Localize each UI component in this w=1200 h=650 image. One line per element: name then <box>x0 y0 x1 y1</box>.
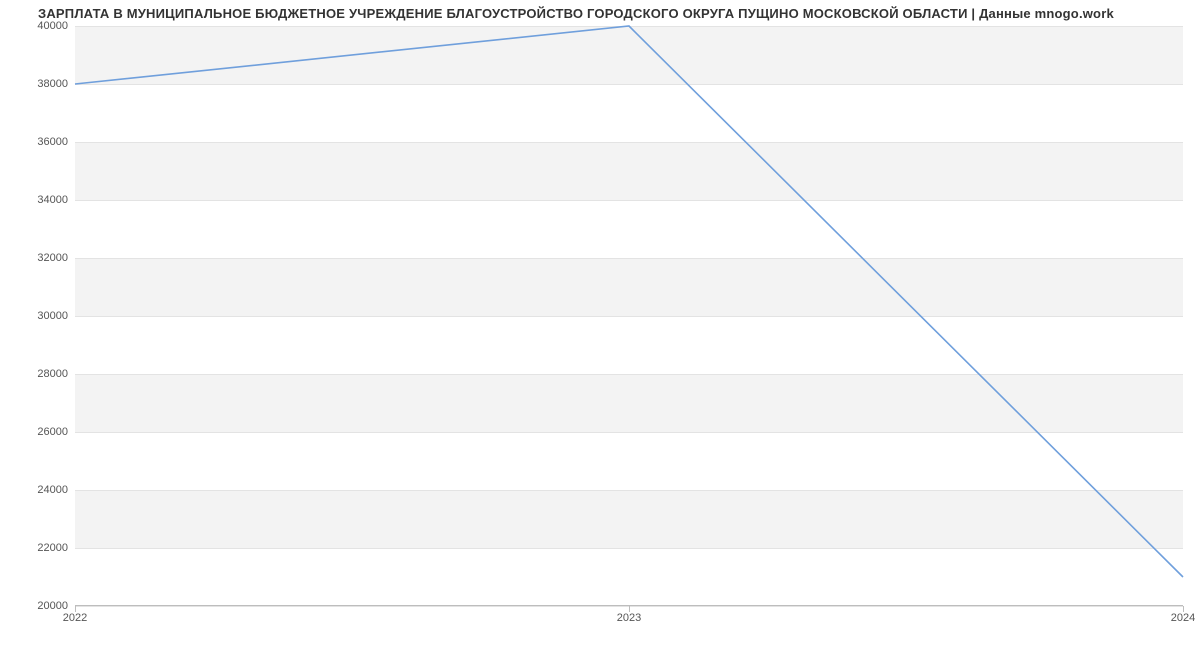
y-tick-label: 40000 <box>8 20 68 32</box>
x-tick-label: 2022 <box>63 612 87 624</box>
series-line <box>75 26 1183 577</box>
x-tick-mark <box>1183 606 1184 612</box>
y-tick-label: 26000 <box>8 426 68 438</box>
chart-title: ЗАРПЛАТА В МУНИЦИПАЛЬНОЕ БЮДЖЕТНОЕ УЧРЕЖ… <box>38 6 1114 21</box>
line-layer <box>75 26 1183 606</box>
salary-line-chart: ЗАРПЛАТА В МУНИЦИПАЛЬНОЕ БЮДЖЕТНОЕ УЧРЕЖ… <box>0 0 1200 650</box>
y-tick-label: 38000 <box>8 78 68 90</box>
y-tick-label: 32000 <box>8 252 68 264</box>
y-tick-label: 20000 <box>8 600 68 612</box>
x-tick-mark <box>629 606 630 612</box>
y-tick-label: 24000 <box>8 484 68 496</box>
y-tick-label: 28000 <box>8 368 68 380</box>
y-tick-label: 30000 <box>8 310 68 322</box>
y-tick-label: 36000 <box>8 136 68 148</box>
x-tick-label: 2023 <box>617 612 641 624</box>
x-tick-mark <box>75 606 76 612</box>
y-tick-label: 22000 <box>8 542 68 554</box>
y-tick-label: 34000 <box>8 194 68 206</box>
x-tick-label: 2024 <box>1171 612 1195 624</box>
